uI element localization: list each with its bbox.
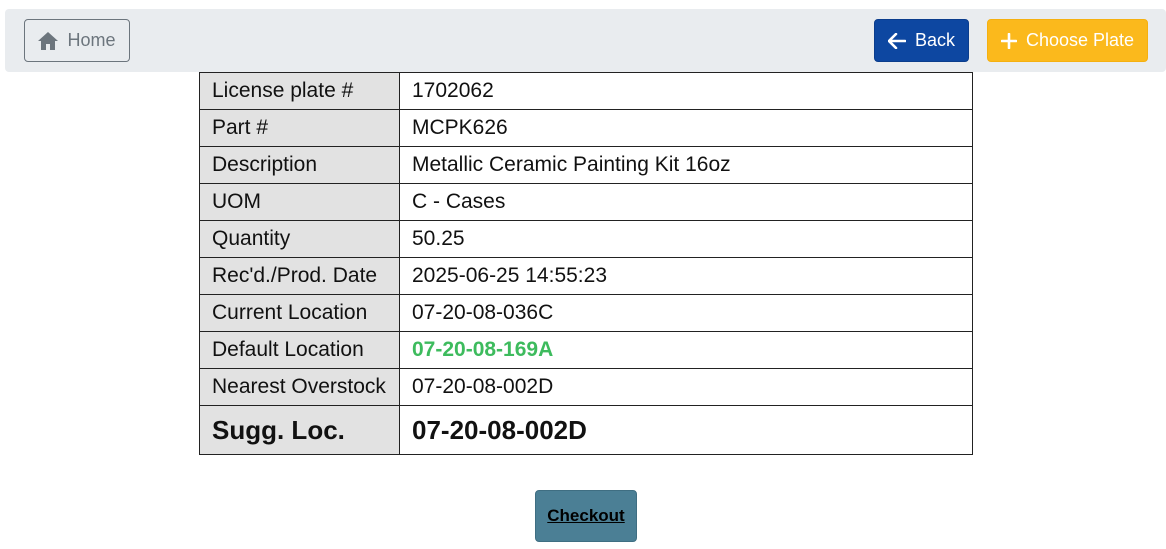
table-row: Part # MCPK626 (199, 109, 973, 147)
home-button-label: Home (67, 30, 116, 50)
uom-label: UOM (199, 183, 400, 221)
nearest-overstock-label: Nearest Overstock (199, 368, 400, 406)
back-button[interactable]: Back (874, 19, 969, 62)
quantity-label: Quantity (199, 220, 400, 258)
table-row: License plate # 1702062 (199, 72, 973, 110)
default-location-label: Default Location (199, 331, 400, 369)
license-plate-value: 1702062 (399, 72, 973, 110)
table-row: Sugg. Loc. 07-20-08-002D (199, 405, 973, 455)
checkout-button-label: Checkout (547, 506, 625, 525)
plus-icon (1000, 32, 1017, 49)
back-button-label: Back (914, 30, 956, 50)
description-label: Description (199, 146, 400, 184)
home-button[interactable]: Home (24, 19, 130, 62)
part-number-label: Part # (199, 109, 400, 147)
current-location-value: 07-20-08-036C (399, 294, 973, 332)
default-location-value: 07-20-08-169A (399, 331, 973, 369)
table-row: UOM C - Cases (199, 183, 973, 221)
current-location-label: Current Location (199, 294, 400, 332)
table-row: Quantity 50.25 (199, 220, 973, 258)
table-row: Description Metallic Ceramic Painting Ki… (199, 146, 973, 184)
part-number-value: MCPK626 (399, 109, 973, 147)
table-row: Nearest Overstock 07-20-08-002D (199, 368, 973, 406)
received-date-value: 2025-06-25 14:55:23 (399, 257, 973, 295)
choose-plate-button-label: Choose Plate (1025, 30, 1135, 50)
table-row: Default Location 07-20-08-169A (199, 331, 973, 369)
checkout-button[interactable]: Checkout (535, 490, 637, 542)
suggested-location-value: 07-20-08-002D (399, 405, 973, 455)
choose-plate-button[interactable]: Choose Plate (987, 19, 1148, 62)
description-value: Metallic Ceramic Painting Kit 16oz (399, 146, 973, 184)
uom-value: C - Cases (399, 183, 973, 221)
quantity-value: 50.25 (399, 220, 973, 258)
home-icon (38, 31, 59, 50)
table-row: Current Location 07-20-08-036C (199, 294, 973, 332)
received-date-label: Rec'd./Prod. Date (199, 257, 400, 295)
top-toolbar: Home Back Choose Plate (5, 9, 1166, 72)
license-plate-label: License plate # (199, 72, 400, 110)
arrow-left-icon (887, 32, 906, 49)
plate-details-table: License plate # 1702062 Part # MCPK626 D… (199, 72, 973, 455)
nearest-overstock-value: 07-20-08-002D (399, 368, 973, 406)
suggested-location-label: Sugg. Loc. (199, 405, 400, 455)
table-row: Rec'd./Prod. Date 2025-06-25 14:55:23 (199, 257, 973, 295)
